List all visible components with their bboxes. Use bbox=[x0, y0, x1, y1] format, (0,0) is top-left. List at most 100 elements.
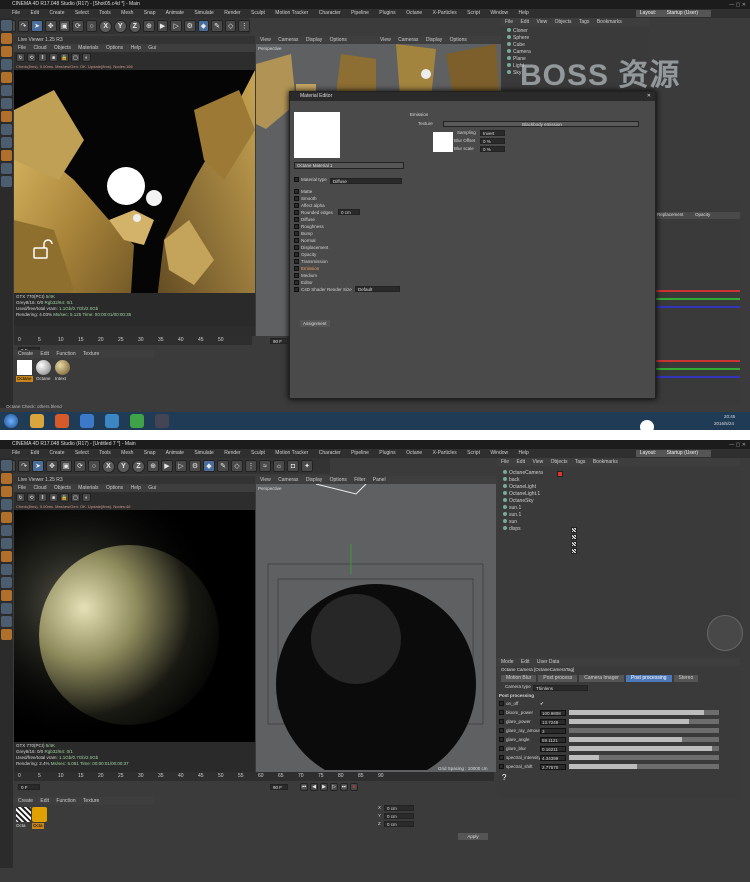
explorer-icon[interactable] bbox=[30, 414, 44, 428]
menu-mesh[interactable]: Mesh bbox=[121, 10, 133, 16]
param-slider[interactable] bbox=[569, 764, 719, 770]
channel-checkbox[interactable] bbox=[294, 224, 299, 230]
light-icon[interactable]: ✦ bbox=[301, 460, 313, 472]
live-menu-materials[interactable]: Materials bbox=[78, 485, 98, 491]
points-mode-icon[interactable] bbox=[1, 486, 12, 497]
send-scene-icon[interactable]: ↻ bbox=[16, 53, 25, 62]
obj-menu-edit[interactable]: Edit bbox=[516, 459, 525, 465]
texture-field[interactable]: Blackbody emission bbox=[443, 121, 639, 127]
channel-opacity[interactable]: Opacity bbox=[294, 251, 404, 258]
object-item[interactable]: OctaneLight.1 bbox=[497, 491, 740, 498]
menu-character[interactable]: Character bbox=[319, 450, 341, 456]
cinema4d-icon[interactable] bbox=[155, 414, 169, 428]
param-animate-toggle[interactable] bbox=[499, 728, 504, 734]
param-animate-toggle[interactable] bbox=[499, 764, 504, 770]
menu-window[interactable]: Window bbox=[490, 450, 508, 456]
tab-camera-imager[interactable]: Camera Imager bbox=[579, 675, 624, 682]
mat-menu-edit[interactable]: Edit bbox=[40, 351, 49, 357]
menu-pipeline[interactable]: Pipeline bbox=[351, 10, 369, 16]
snap-icon[interactable] bbox=[1, 111, 12, 122]
tweak-mode-icon[interactable] bbox=[1, 538, 12, 549]
layout-selector[interactable]: Layout: Startup (User) bbox=[635, 450, 711, 457]
menu-sculpt[interactable]: Sculpt bbox=[251, 10, 265, 16]
timeline-ruler[interactable]: 0 5 10 15 20 25 30 35 40 45 50 bbox=[14, 336, 252, 345]
channel-checkbox[interactable] bbox=[294, 287, 299, 293]
live-menu-gui[interactable]: Gui bbox=[148, 485, 156, 491]
channel-shader-size[interactable]: C4D Shader Render Size Default bbox=[294, 286, 404, 293]
object-item[interactable]: OctaneSky bbox=[497, 498, 740, 505]
channel-checkbox[interactable] bbox=[294, 196, 299, 202]
obj-menu-bookmarks[interactable]: Bookmarks bbox=[593, 459, 618, 465]
vp-menu-view[interactable]: View bbox=[260, 477, 271, 483]
object-item[interactable]: Cloner bbox=[501, 28, 649, 35]
brush-icon[interactable] bbox=[1, 590, 12, 601]
restart-icon[interactable]: ⟲ bbox=[27, 493, 36, 502]
apply-button[interactable]: Apply bbox=[458, 833, 488, 840]
navigation-widget[interactable] bbox=[707, 615, 743, 651]
select-icon[interactable]: ➤ bbox=[32, 460, 44, 472]
mat-menu-create[interactable]: Create bbox=[18, 351, 33, 357]
attr-menu-edit[interactable]: Edit bbox=[521, 659, 530, 665]
channel-bump[interactable]: Bump bbox=[294, 230, 404, 237]
menu-tools[interactable]: Tools bbox=[99, 450, 111, 456]
recent-tool-icon[interactable]: ○ bbox=[88, 460, 100, 472]
param-value-field[interactable]: 0.16211 bbox=[540, 745, 566, 752]
channel-checkbox[interactable] bbox=[294, 280, 299, 286]
material-swatch-3[interactable] bbox=[55, 360, 70, 375]
move-icon[interactable]: ✥ bbox=[44, 20, 57, 32]
mat-menu-create[interactable]: Create bbox=[18, 798, 33, 804]
coord-z-field[interactable]: 0 cm bbox=[384, 821, 414, 827]
go-end-icon[interactable]: ⏭ bbox=[340, 783, 348, 791]
pen-icon[interactable]: ✎ bbox=[211, 20, 223, 32]
live-menu-options[interactable]: Options bbox=[106, 45, 123, 51]
menu-snap[interactable]: Snap bbox=[144, 10, 156, 16]
lock-icon[interactable] bbox=[1, 577, 12, 588]
obj-menu-edit[interactable]: Edit bbox=[520, 19, 529, 25]
select-icon[interactable]: ➤ bbox=[31, 20, 43, 32]
live-menu-options[interactable]: Options bbox=[106, 485, 123, 491]
sculpt-icon[interactable] bbox=[1, 603, 12, 614]
channel-emission[interactable]: Emission bbox=[294, 265, 404, 272]
channel-normal[interactable]: Normal bbox=[294, 237, 404, 244]
redo-icon[interactable]: ↷ bbox=[18, 460, 30, 472]
channel-checkbox[interactable] bbox=[294, 273, 299, 279]
menu-create[interactable]: Create bbox=[49, 10, 64, 16]
tweak-mode-icon[interactable] bbox=[1, 98, 12, 109]
material-swatch-2[interactable] bbox=[32, 807, 47, 822]
paint-icon[interactable] bbox=[1, 176, 12, 187]
lock-icon[interactable]: 🔒 bbox=[60, 493, 69, 502]
menu-render[interactable]: Render bbox=[224, 10, 240, 16]
redo-icon[interactable]: ↷ bbox=[17, 20, 30, 32]
rounded-edges-field[interactable]: 0 cm bbox=[338, 209, 361, 215]
stop-icon[interactable]: ■ bbox=[49, 493, 58, 502]
menu-window[interactable]: Window bbox=[490, 10, 508, 16]
restart-icon[interactable]: ⟲ bbox=[27, 53, 36, 62]
channel-checkbox[interactable] bbox=[294, 189, 299, 195]
cube-icon[interactable]: ◆ bbox=[197, 20, 210, 32]
workplane-icon[interactable] bbox=[1, 564, 12, 575]
object-item[interactable]: Sphere bbox=[501, 35, 649, 42]
menu-animate[interactable]: Animate bbox=[166, 450, 184, 456]
vp2-menu-display[interactable]: Display bbox=[426, 37, 442, 43]
texture-tag-icon[interactable] bbox=[571, 548, 577, 554]
tab-post-process[interactable]: Post process bbox=[538, 675, 578, 682]
menu-x-particles[interactable]: X-Particles bbox=[433, 10, 457, 16]
rotate-icon[interactable]: ⟳ bbox=[72, 20, 84, 32]
scene-icon[interactable]: ☼ bbox=[273, 460, 285, 472]
channel-checkbox[interactable] bbox=[294, 238, 299, 244]
menu-plugins[interactable]: Plugins bbox=[379, 10, 395, 16]
mat-menu-edit[interactable]: Edit bbox=[40, 798, 49, 804]
clay-icon[interactable]: ◐ bbox=[82, 493, 91, 502]
channel-roughness[interactable]: Roughness bbox=[294, 223, 404, 230]
model-mode-icon[interactable] bbox=[1, 20, 12, 31]
param-value-field[interactable]: 2.77570 bbox=[540, 763, 566, 770]
vp-menu-panel[interactable]: Panel bbox=[373, 477, 386, 483]
material-swatch-1[interactable] bbox=[17, 360, 32, 375]
x-axis-icon[interactable]: X bbox=[102, 459, 115, 473]
model-mode-icon[interactable] bbox=[1, 460, 12, 471]
param-value-field[interactable]: 13.7249 bbox=[540, 718, 566, 725]
paint-icon[interactable] bbox=[1, 616, 12, 627]
mat-menu-texture[interactable]: Texture bbox=[83, 798, 99, 804]
param-animate-toggle[interactable] bbox=[499, 710, 504, 716]
vp-menu-view[interactable]: View bbox=[260, 37, 271, 43]
